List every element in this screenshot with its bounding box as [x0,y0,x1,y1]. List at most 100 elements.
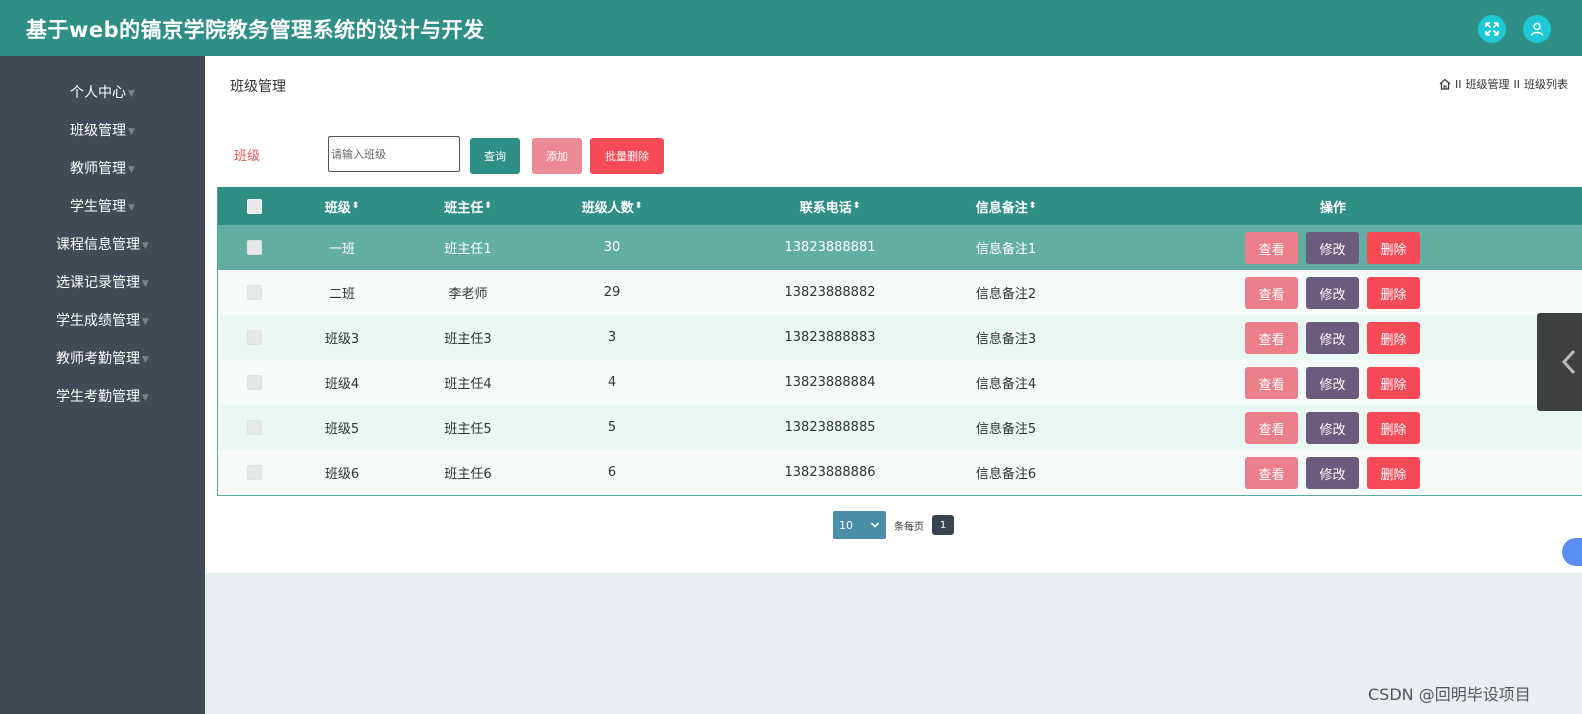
table-row[interactable]: 班级6 班主任6 6 13823888886 信息备注6 查看 修改 删除 [218,450,1582,495]
delete-button[interactable]: 删除 [1367,232,1420,264]
row-checkbox[interactable] [246,465,262,480]
chevron-down-icon: ▼ [128,126,135,137]
view-button[interactable]: 查看 [1245,277,1298,309]
fullscreen-icon[interactable] [1478,15,1506,43]
cell-phone: 13823888883 [784,330,876,345]
column-header-ops: 操作 [1319,200,1346,216]
breadcrumb-level2: 班级列表 [1524,78,1568,91]
page-title: 班级管理 [230,79,286,95]
per-page-label: 条每页 [894,521,924,533]
delete-button[interactable]: 删除 [1367,322,1420,354]
query-button[interactable]: 查询 [470,138,520,174]
sort-icon: ⬍ [351,201,360,211]
cell-note: 信息备注6 [975,467,1037,482]
cell-note: 信息备注5 [975,422,1037,437]
sidebar-item-personal-center[interactable]: 个人中心 ▼ [0,73,205,111]
chevron-down-icon: ▼ [142,354,149,365]
main-content: 班级管理 II 班级管理 II 班级列表 班级 查询 添加 批量删除 班级⬍ 班… [205,56,1582,573]
cell-count: 4 [607,375,617,390]
cell-name: 班级6 [324,467,360,482]
cell-count: 5 [607,420,617,435]
view-button[interactable]: 查看 [1245,322,1298,354]
column-header-name[interactable]: 班级 ⬍ [292,187,392,225]
edit-button[interactable]: 修改 [1306,457,1359,489]
table-row[interactable]: 一班 班主任1 30 13823888881 信息备注1 查看 修改 删除 [218,225,1582,270]
sidebar-item-teacher-attendance[interactable]: 教师考勤管理 ▼ [0,339,205,377]
edit-button[interactable]: 修改 [1306,322,1359,354]
view-button[interactable]: 查看 [1245,232,1298,264]
delete-button[interactable]: 删除 [1367,412,1420,444]
cell-teacher: 班主任6 [444,467,492,482]
chevron-down-icon: ▼ [128,202,135,213]
row-checkbox[interactable] [246,330,262,345]
table-header: 班级 ⬍ 班主任 ⬍ 班级人数 ⬍ 联系电话 ⬍ 信息备注 ⬍ 操作 [218,187,1582,225]
cell-note: 信息备注1 [975,242,1037,257]
cell-phone: 13823888881 [784,240,876,255]
class-search-input[interactable] [328,136,460,172]
sidebar-item-student-management[interactable]: 学生管理 ▼ [0,187,205,225]
column-header-phone[interactable]: 联系电话 ⬍ [730,187,930,225]
edit-button[interactable]: 修改 [1306,412,1359,444]
search-label: 班级 [234,149,261,164]
add-button[interactable]: 添加 [532,138,582,174]
cell-note: 信息备注4 [975,377,1037,392]
chevron-down-icon: ▼ [128,88,135,99]
chevron-down-icon: ▼ [142,278,149,289]
sidebar-item-grade-management[interactable]: 学生成绩管理 ▼ [0,301,205,339]
cell-teacher: 班主任5 [444,422,492,437]
top-bar: 基于web的镐京学院教务管理系统的设计与开发 [0,0,1582,56]
row-checkbox[interactable] [246,375,262,390]
edit-button[interactable]: 修改 [1306,277,1359,309]
select-all-checkbox[interactable] [246,198,262,214]
cell-phone: 13823888885 [784,420,876,435]
row-actions: 查看 修改 删除 [1245,277,1420,309]
delete-button[interactable]: 删除 [1367,277,1420,309]
chevron-down-icon [870,522,880,528]
cell-name: 二班 [328,287,355,302]
sidebar-item-course-management[interactable]: 课程信息管理 ▼ [0,225,205,263]
breadcrumb-level1[interactable]: 班级管理 [1466,76,1510,92]
page-number-current[interactable]: 1 [932,515,954,535]
table-row[interactable]: 二班 李老师 29 13823888882 信息备注2 查看 修改 删除 [218,270,1582,315]
column-header-teacher[interactable]: 班主任 ⬍ [408,187,528,225]
edit-button[interactable]: 修改 [1306,232,1359,264]
sort-icon: ⬍ [484,201,492,211]
view-button[interactable]: 查看 [1245,412,1298,444]
sidebar-item-class-management[interactable]: 班级管理 ▼ [0,111,205,149]
chevron-down-icon: ▼ [142,392,149,403]
edit-button[interactable]: 修改 [1306,367,1359,399]
row-actions: 查看 修改 删除 [1245,322,1420,354]
cell-name: 一班 [328,242,355,257]
view-button[interactable]: 查看 [1245,367,1298,399]
sidebar-item-student-attendance[interactable]: 学生考勤管理 ▼ [0,377,205,415]
row-checkbox[interactable] [246,420,262,435]
cell-note: 信息备注3 [975,332,1037,347]
table-row[interactable]: 班级5 班主任5 5 13823888885 信息备注5 查看 修改 删除 [218,405,1582,450]
sidebar-item-enrollment-management[interactable]: 选课记录管理 ▼ [0,263,205,301]
view-button[interactable]: 查看 [1245,457,1298,489]
table-row[interactable]: 班级4 班主任4 4 13823888884 信息备注4 查看 修改 删除 [218,360,1582,405]
side-panel-toggle[interactable] [1537,313,1582,411]
cell-count: 6 [607,465,617,480]
home-icon[interactable] [1439,78,1451,90]
bulk-delete-button[interactable]: 批量删除 [590,138,664,174]
row-checkbox[interactable] [246,240,262,255]
delete-button[interactable]: 删除 [1367,457,1420,489]
user-icon[interactable] [1523,15,1551,43]
table-row[interactable]: 班级3 班主任3 3 13823888883 信息备注3 查看 修改 删除 [218,315,1582,360]
row-actions: 查看 修改 删除 [1245,412,1420,444]
column-header-note[interactable]: 信息备注 ⬍ [946,187,1066,225]
row-checkbox[interactable] [246,285,262,300]
cell-phone: 13823888882 [784,285,876,300]
page-size-select[interactable]: 10 [833,511,886,539]
sidebar-item-teacher-management[interactable]: 教师管理 ▼ [0,149,205,187]
column-header-count[interactable]: 班级人数 ⬍ [562,187,662,225]
cell-teacher: 班主任3 [444,332,492,347]
cell-name: 班级5 [324,422,360,437]
row-actions: 查看 修改 删除 [1245,367,1420,399]
watermark: CSDN @回明毕设项目 [1368,685,1531,704]
floating-action-button[interactable] [1562,538,1582,566]
sort-icon: ⬍ [634,201,643,211]
chevron-down-icon: ▼ [142,240,149,251]
delete-button[interactable]: 删除 [1367,367,1420,399]
